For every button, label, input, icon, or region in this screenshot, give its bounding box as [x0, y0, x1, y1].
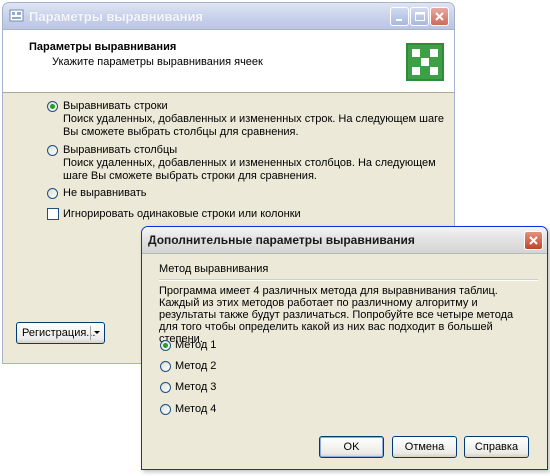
close-icon [529, 236, 538, 245]
method-1-label: Метод 1 [175, 339, 217, 351]
method-4-label: Метод 4 [175, 403, 217, 415]
help-button[interactable]: Справка [464, 436, 529, 458]
option-align-rows-desc2: Вы сможете выбрать столбцы для сравнения… [63, 126, 299, 138]
option-align-rows-desc: Поиск удаленных, добавленных и измененны… [63, 113, 444, 125]
ok-button[interactable]: OK [319, 436, 384, 458]
option-align-columns-label: Выравнивать столбцы [63, 144, 178, 156]
option-align-columns-desc2: шаге Вы сможете выбрать строки для сравн… [63, 170, 317, 182]
method-description: Программа имеет 4 различных метода для в… [159, 285, 514, 345]
group-divider [159, 279, 538, 281]
method-2-label: Метод 2 [175, 360, 217, 372]
maximize-button[interactable] [410, 7, 429, 26]
cancel-button[interactable]: Отмена [392, 436, 457, 458]
option-align-columns-desc: Поиск удаленных, добавленных и измененны… [63, 157, 436, 169]
header-panel: Параметры выравнивания Укажите параметры… [3, 30, 454, 93]
method-dialog: Дополнительные параметры выравнивания Ме… [141, 226, 548, 470]
main-title-bar[interactable]: Параметры выравнивания [3, 3, 454, 30]
minimize-icon [396, 19, 402, 21]
method-3-label: Метод 3 [175, 381, 217, 393]
ignore-identical-label: Игнорировать одинаковые строки или колон… [63, 208, 301, 220]
registration-button-label: Регистрация... [22, 327, 96, 339]
radio-method-4[interactable] [160, 404, 171, 415]
main-window-title: Параметры выравнивания [29, 9, 204, 24]
dialog-title: Дополнительные параметры выравнивания [148, 233, 415, 247]
maximize-icon [415, 12, 425, 21]
ignore-identical-checkbox[interactable] [47, 208, 59, 220]
radio-align-rows[interactable] [47, 101, 58, 112]
header-subtitle: Укажите параметры выравнивания ячеек [52, 56, 263, 68]
logo-icon [406, 43, 444, 81]
registration-button[interactable]: Регистрация... [16, 322, 105, 344]
dropdown-arrow-icon[interactable] [94, 331, 100, 334]
option-no-align-label: Не выравнивать [63, 187, 147, 199]
method-group-label: Метод выравнивания [159, 263, 269, 275]
radio-align-columns[interactable] [47, 145, 58, 156]
close-icon [435, 12, 444, 21]
main-close-button[interactable] [430, 7, 449, 26]
dialog-close-button[interactable] [524, 231, 543, 250]
radio-method-1[interactable] [160, 340, 171, 351]
dialog-title-bar[interactable]: Дополнительные параметры выравнивания [142, 227, 547, 254]
option-align-rows-label: Выравнивать строки [63, 100, 168, 112]
registration-separator [90, 326, 91, 340]
app-icon [9, 8, 24, 23]
radio-no-align[interactable] [47, 188, 58, 199]
header-title: Параметры выравнивания [29, 41, 177, 53]
minimize-button[interactable] [390, 7, 409, 26]
radio-method-2[interactable] [160, 361, 171, 372]
radio-method-3[interactable] [160, 382, 171, 393]
